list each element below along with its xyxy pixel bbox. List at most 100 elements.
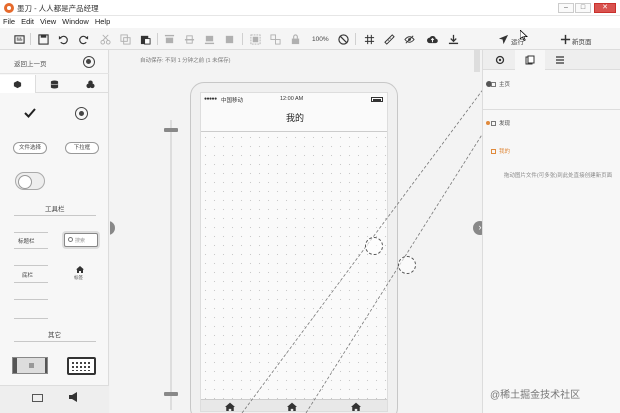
divider bbox=[14, 215, 96, 216]
menu-window[interactable]: Window bbox=[59, 16, 92, 28]
link-line-home bbox=[241, 90, 482, 413]
image-gallery-widget[interactable] bbox=[12, 357, 48, 374]
target-icon[interactable] bbox=[83, 56, 95, 68]
tab-icons[interactable] bbox=[72, 75, 108, 93]
app-menu-icon[interactable] bbox=[12, 32, 26, 46]
toolbar-divider bbox=[157, 33, 158, 45]
page-item-discover[interactable]: 发现 bbox=[491, 119, 510, 127]
radio-widget[interactable] bbox=[75, 107, 88, 120]
announce-icon[interactable] bbox=[68, 392, 79, 404]
align-middle-icon[interactable] bbox=[182, 32, 196, 46]
toolbar-divider bbox=[355, 33, 356, 45]
widget-panel: 返回上一页 文件选择 下拉框 工具栏 标题栏 搜索 底栏 标签 其它 bbox=[0, 50, 109, 413]
maximize-button[interactable]: □ bbox=[575, 3, 591, 13]
menu-edit[interactable]: Edit bbox=[18, 16, 37, 28]
checkbox-widget[interactable] bbox=[24, 107, 36, 121]
page-name: 我的 bbox=[499, 149, 511, 155]
home-icon bbox=[76, 266, 84, 275]
divider bbox=[483, 109, 620, 110]
divider bbox=[14, 299, 48, 300]
tab-components[interactable] bbox=[0, 75, 36, 93]
divider bbox=[14, 248, 48, 249]
back-row: 返回上一页 bbox=[0, 50, 109, 74]
cut-icon[interactable] bbox=[98, 32, 112, 46]
tab-pages[interactable] bbox=[515, 50, 545, 70]
minimize-button[interactable]: – bbox=[558, 3, 574, 13]
page-icon bbox=[491, 82, 496, 87]
dropdown-widget[interactable]: 下拉框 bbox=[65, 142, 99, 154]
menu-help[interactable]: Help bbox=[92, 16, 113, 28]
back-button[interactable]: 返回上一页 bbox=[14, 58, 47, 68]
page-icon bbox=[491, 149, 496, 154]
download-icon[interactable] bbox=[446, 32, 460, 46]
other-section-title: 其它 bbox=[48, 332, 61, 339]
zoom-level[interactable]: 100% bbox=[312, 36, 329, 43]
page-name: 发现 bbox=[499, 121, 511, 127]
pages-tabs bbox=[483, 50, 620, 70]
search-icon bbox=[68, 237, 73, 242]
divider bbox=[14, 318, 48, 319]
page-item-mine[interactable]: 我的 bbox=[491, 147, 510, 155]
keyboard-small-icon[interactable] bbox=[32, 394, 43, 402]
redo-icon[interactable] bbox=[76, 32, 90, 46]
pages-icon bbox=[525, 55, 535, 65]
visibility-icon[interactable] bbox=[402, 32, 416, 46]
settings-icon bbox=[495, 55, 505, 65]
new-page-label[interactable]: 新页面 bbox=[572, 36, 592, 46]
bottom-bar-widget[interactable]: 底栏 bbox=[22, 271, 33, 279]
grid-icon[interactable] bbox=[362, 32, 376, 46]
pages-panel: 主页 发现 我的 拖动图片文件(可多张)到此处直接创建新页面 bbox=[482, 50, 620, 413]
page-icon bbox=[491, 121, 496, 126]
panel-footer bbox=[0, 385, 109, 413]
divider bbox=[14, 265, 48, 266]
list-icon bbox=[556, 56, 564, 64]
tab-settings[interactable] bbox=[485, 50, 515, 70]
keyboard-icon bbox=[71, 361, 92, 371]
close-button[interactable]: ✕ bbox=[594, 3, 616, 13]
toolbar-divider bbox=[30, 33, 31, 45]
search-widget[interactable]: 搜索 bbox=[64, 233, 98, 247]
toggle-widget[interactable] bbox=[15, 172, 45, 190]
paste-icon[interactable] bbox=[138, 32, 152, 46]
ruler-icon[interactable] bbox=[382, 32, 396, 46]
lock-icon[interactable] bbox=[288, 32, 302, 46]
menu-bar: File Edit View Window Help bbox=[0, 16, 620, 28]
radio-dot bbox=[78, 110, 84, 116]
title-bar-widget[interactable]: 标题栏 bbox=[18, 237, 35, 245]
save-icon[interactable] bbox=[36, 32, 50, 46]
toolbar: 100% 运行 新页面 bbox=[0, 28, 620, 50]
file-select-widget[interactable]: 文件选择 bbox=[13, 142, 47, 154]
menu-view[interactable]: View bbox=[37, 16, 59, 28]
watermark: @稀土掘金技术社区 bbox=[490, 390, 581, 401]
tab-database[interactable] bbox=[36, 75, 72, 93]
divider bbox=[14, 341, 96, 342]
distribute-icon[interactable] bbox=[222, 32, 236, 46]
link-handle[interactable] bbox=[398, 256, 416, 274]
ungroup-icon[interactable] bbox=[268, 32, 282, 46]
page-item-home[interactable]: 主页 bbox=[491, 80, 510, 88]
align-top-icon[interactable] bbox=[162, 32, 176, 46]
cube-icon bbox=[13, 80, 22, 88]
preview-circle-icon[interactable] bbox=[336, 32, 350, 46]
collapse-right-button[interactable]: › bbox=[473, 221, 482, 235]
align-bottom-icon[interactable] bbox=[202, 32, 216, 46]
cloud-upload-icon[interactable] bbox=[425, 32, 439, 46]
gallery-thumb bbox=[29, 363, 34, 368]
design-canvas[interactable]: 自动保存: 不到 1 分钟之前 (1 未保存) ●●●●● 中国移动 12:00… bbox=[110, 50, 482, 413]
tab-list[interactable] bbox=[545, 50, 575, 70]
app-logo-icon bbox=[4, 3, 14, 13]
link-handle[interactable] bbox=[365, 237, 383, 255]
link-anchor bbox=[486, 121, 490, 125]
run-icon[interactable] bbox=[496, 32, 510, 46]
shapes-icon bbox=[85, 79, 95, 88]
divider bbox=[14, 282, 48, 283]
divider bbox=[14, 232, 48, 233]
undo-icon[interactable] bbox=[56, 32, 70, 46]
toolbar-divider bbox=[242, 33, 243, 45]
group-icon[interactable] bbox=[248, 32, 262, 46]
keyboard-widget[interactable] bbox=[67, 357, 96, 375]
copy-icon[interactable] bbox=[118, 32, 132, 46]
tab-widget[interactable]: 标签 bbox=[74, 275, 83, 281]
menu-file[interactable]: File bbox=[0, 16, 18, 28]
add-page-icon[interactable] bbox=[558, 32, 572, 46]
